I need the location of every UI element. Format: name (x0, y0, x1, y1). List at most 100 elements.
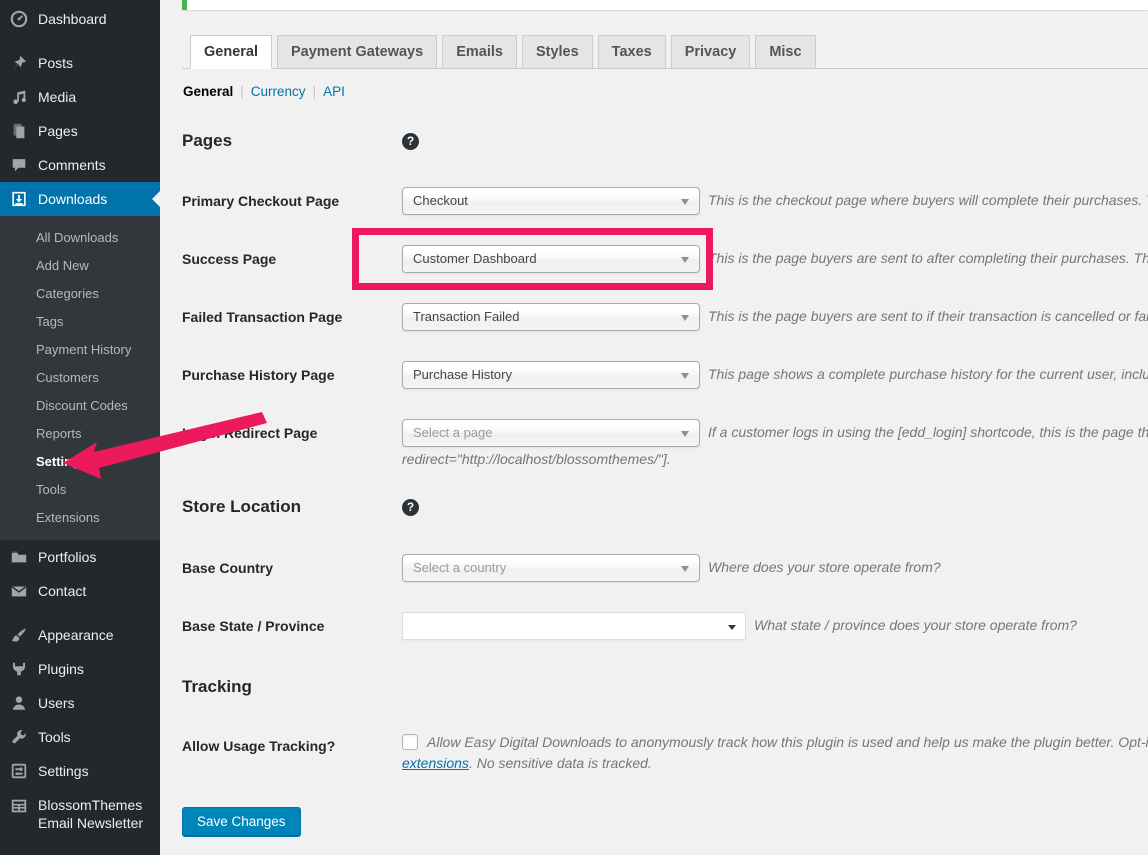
subnav-api[interactable]: API (323, 84, 345, 99)
chevron-down-icon (681, 315, 689, 321)
field-description: What state / province does your store op… (754, 617, 1077, 633)
submenu-item-reports[interactable]: Reports (0, 420, 160, 448)
submenu-item-extensions[interactable]: Extensions (0, 504, 160, 532)
tab-payment-gateways[interactable]: Payment Gateways (277, 35, 437, 69)
section-heading-store-location: Store Location (182, 497, 301, 517)
sidebar-item-portfolios[interactable]: Portfolios (0, 540, 160, 574)
sidebar-item-blossomthemes-newsletter[interactable]: BlossomThemes Email Newsletter (0, 788, 160, 840)
tab-styles[interactable]: Styles (522, 35, 593, 69)
field-label: Allow Usage Tracking? (182, 738, 335, 754)
help-icon[interactable]: ? (402, 133, 419, 150)
tab-misc[interactable]: Misc (755, 35, 815, 69)
field-label: Login Redirect Page (182, 425, 317, 441)
submenu-item-categories[interactable]: Categories (0, 280, 160, 308)
pin-icon (9, 53, 29, 73)
sidebar-item-pages[interactable]: Pages (0, 114, 160, 148)
dashboard-icon (9, 9, 29, 29)
base-country-select[interactable]: Select a country (402, 554, 700, 582)
envelope-icon (9, 581, 29, 601)
field-description: If a customer logs in using the [edd_log… (708, 424, 1148, 440)
tracking-description-line1: Allow Easy Digital Downloads to anonymou… (427, 734, 1148, 750)
newsletter-icon (9, 796, 29, 816)
subnav-general[interactable]: General (183, 84, 233, 99)
form-row-primary-checkout: Primary Checkout Page Checkout This is t… (182, 187, 1148, 231)
form-row-base-state: Base State / Province What state / provi… (182, 612, 1148, 656)
brush-icon (9, 625, 29, 645)
chevron-down-icon (728, 625, 736, 630)
sidebar-item-posts[interactable]: Posts (0, 46, 160, 80)
primary-checkout-select[interactable]: Checkout (402, 187, 700, 215)
extensions-link[interactable]: extensions (402, 755, 469, 771)
download-icon (9, 189, 29, 209)
field-label: Purchase History Page (182, 367, 335, 383)
settings-subnav: General | Currency | API (183, 84, 345, 99)
sidebar-item-settings[interactable]: Settings (0, 754, 160, 788)
tab-privacy[interactable]: Privacy (671, 35, 751, 69)
admin-sidebar: Dashboard Posts Media Pages Comments (0, 0, 160, 855)
submenu-item-payment-history[interactable]: Payment History (0, 336, 160, 364)
sidebar-item-contact[interactable]: Contact (0, 574, 160, 608)
sidebar-item-comments[interactable]: Comments (0, 148, 160, 182)
chevron-down-icon (681, 566, 689, 572)
settings-tab-bar: General Payment Gateways Emails Styles T… (182, 34, 1148, 69)
success-page-select[interactable]: Customer Dashboard (402, 245, 700, 273)
sidebar-item-dashboard[interactable]: Dashboard (0, 2, 160, 36)
usage-tracking-checkbox[interactable] (402, 734, 418, 750)
form-row-purchase-history: Purchase History Page Purchase History T… (182, 361, 1148, 405)
wrench-icon (9, 727, 29, 747)
field-label: Primary Checkout Page (182, 193, 339, 209)
user-icon (9, 693, 29, 713)
field-label: Base State / Province (182, 618, 324, 634)
base-state-select[interactable] (402, 612, 746, 640)
subnav-separator: | (313, 84, 317, 99)
form-row-base-country: Base Country Select a country Where does… (182, 554, 1148, 598)
chevron-down-icon (681, 431, 689, 437)
sidebar-item-downloads[interactable]: Downloads (0, 182, 160, 216)
sliders-icon (9, 761, 29, 781)
subnav-separator: | (240, 84, 244, 99)
section-heading-pages: Pages (182, 131, 232, 151)
chevron-down-icon (681, 373, 689, 379)
submenu-item-settings[interactable]: Settings (0, 448, 160, 476)
tab-general[interactable]: General (190, 35, 272, 69)
field-description-line2: redirect="http://localhost/blossomthemes… (402, 451, 671, 467)
field-description: This page shows a complete purchase hist… (708, 366, 1148, 382)
submenu-item-discount-codes[interactable]: Discount Codes (0, 392, 160, 420)
sidebar-item-plugins[interactable]: Plugins (0, 652, 160, 686)
tracking-description-line2: extensions. No sensitive data is tracked… (402, 755, 652, 771)
chevron-down-icon (681, 199, 689, 205)
sidebar-item-collapse-menu[interactable]: Collapse menu (0, 846, 160, 855)
tab-taxes[interactable]: Taxes (598, 35, 666, 69)
downloads-submenu: All Downloads Add New Categories Tags Pa… (0, 216, 160, 540)
sidebar-item-media[interactable]: Media (0, 80, 160, 114)
field-label: Success Page (182, 251, 276, 267)
login-redirect-select[interactable]: Select a page (402, 419, 700, 447)
chevron-down-icon (681, 257, 689, 263)
form-row-success-page: Success Page Customer Dashboard This is … (182, 245, 1148, 289)
field-description: This is the page buyers are sent to if t… (708, 308, 1148, 324)
submenu-item-customers[interactable]: Customers (0, 364, 160, 392)
plug-icon (9, 659, 29, 679)
field-label: Base Country (182, 560, 273, 576)
sidebar-item-tools[interactable]: Tools (0, 720, 160, 754)
submenu-item-add-new[interactable]: Add New (0, 252, 160, 280)
form-row-usage-tracking: Allow Usage Tracking? Allow Easy Digital… (182, 732, 1148, 782)
sidebar-item-users[interactable]: Users (0, 686, 160, 720)
purchase-history-select[interactable]: Purchase History (402, 361, 700, 389)
save-changes-button[interactable]: Save Changes (182, 807, 301, 837)
form-row-login-redirect: Login Redirect Page Select a page If a c… (182, 419, 1148, 483)
field-description: This is the page buyers are sent to afte… (708, 250, 1148, 266)
submenu-item-tools[interactable]: Tools (0, 476, 160, 504)
tab-emails[interactable]: Emails (442, 35, 517, 69)
failed-transaction-select[interactable]: Transaction Failed (402, 303, 700, 331)
field-description: This is the checkout page where buyers w… (708, 192, 1148, 208)
admin-notice-sliver (182, 0, 1148, 10)
field-description: Where does your store operate from? (708, 559, 941, 575)
help-icon[interactable]: ? (402, 499, 419, 516)
subnav-currency[interactable]: Currency (251, 84, 306, 99)
submenu-item-tags[interactable]: Tags (0, 308, 160, 336)
sidebar-item-appearance[interactable]: Appearance (0, 618, 160, 652)
form-row-failed-transaction: Failed Transaction Page Transaction Fail… (182, 303, 1148, 347)
submenu-item-all-downloads[interactable]: All Downloads (0, 224, 160, 252)
media-icon (9, 87, 29, 107)
